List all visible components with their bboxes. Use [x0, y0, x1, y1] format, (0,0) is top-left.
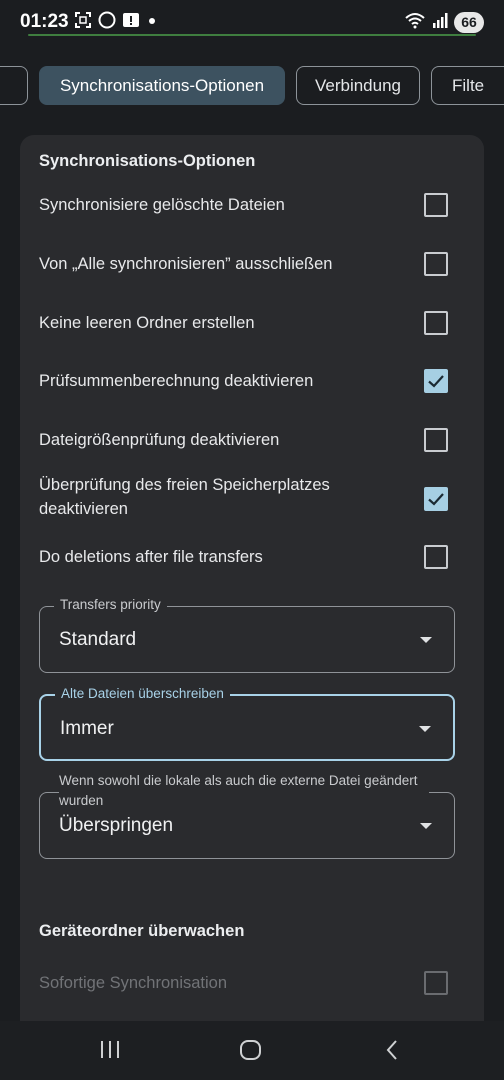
- option-label-line1: Überprüfung des freien Speicherplatzes: [39, 476, 330, 494]
- dot-icon: [146, 11, 158, 34]
- section-title-sync-options: Synchronisations-Optionen: [39, 152, 256, 170]
- option-label: Do deletions after file transfers: [39, 548, 263, 566]
- screenshot-icon: [74, 11, 92, 34]
- option-label: Prüfsummenberechnung deaktivieren: [39, 372, 314, 390]
- option-no-empty-folders[interactable]: Keine leeren Ordner erstellen: [20, 298, 484, 348]
- circle-icon: [98, 11, 116, 34]
- tab-filter[interactable]: Filte: [431, 66, 504, 105]
- transfers-priority-select[interactable]: Transfers priority Standard: [39, 597, 455, 673]
- select-value: Überspringen: [59, 815, 174, 836]
- sync-progress-line: [28, 34, 476, 36]
- both-changed-label: Wenn sowohl die lokale als auch die exte…: [59, 771, 429, 811]
- select-label: Transfers priority: [54, 597, 167, 612]
- tab-bar: Synchronisations-Optionen Verbindung Fil…: [0, 66, 504, 106]
- option-disable-free-space-check[interactable]: Überprüfung des freien Speicherplatzes d…: [20, 473, 484, 525]
- checkbox-instant-sync: [424, 971, 448, 995]
- checkbox-exclude-sync-all[interactable]: [424, 252, 448, 276]
- status-icons-right: 66: [404, 11, 484, 33]
- dropdown-arrow-icon: [420, 823, 432, 829]
- select-value: Standard: [59, 629, 137, 650]
- wifi-icon: [404, 11, 426, 34]
- option-disable-filesize-check[interactable]: Dateigrößenprüfung deaktivieren: [20, 415, 484, 465]
- back-icon[interactable]: [380, 1037, 404, 1068]
- select-label: Alte Dateien überschreiben: [55, 686, 230, 701]
- system-nav-bar: [0, 1021, 504, 1080]
- status-icons-left: [74, 11, 158, 34]
- option-label: Keine leeren Ordner erstellen: [39, 314, 255, 332]
- option-deletions-after-transfers[interactable]: Do deletions after file transfers: [20, 532, 484, 582]
- checkbox-disable-free-space-check[interactable]: [424, 487, 448, 511]
- option-sync-deleted[interactable]: Synchronisiere gelöschte Dateien: [20, 180, 484, 230]
- status-time: 01:23: [20, 11, 69, 32]
- option-instant-sync: Sofortige Synchronisation: [20, 958, 484, 1008]
- checkbox-disable-filesize-check[interactable]: [424, 428, 448, 452]
- check-icon: [428, 493, 444, 506]
- option-label: Dateigrößenprüfung deaktivieren: [39, 431, 280, 449]
- option-label: Von „Alle synchronisieren” ausschließen: [39, 255, 333, 273]
- option-label: Sofortige Synchronisation: [39, 974, 228, 992]
- check-icon: [428, 375, 444, 388]
- dropdown-arrow-icon: [420, 637, 432, 643]
- signal-icon: [432, 12, 448, 33]
- option-label-line2: deaktivieren: [39, 500, 128, 518]
- checkbox-sync-deleted[interactable]: [424, 193, 448, 217]
- tab-connection[interactable]: Verbindung: [296, 66, 420, 105]
- status-bar: 01:23 66: [0, 0, 504, 40]
- dropdown-arrow-icon: [419, 726, 431, 732]
- recent-apps-icon[interactable]: [98, 1037, 122, 1068]
- overwrite-old-files-select[interactable]: Alte Dateien überschreiben Immer: [39, 686, 455, 761]
- option-exclude-sync-all[interactable]: Von „Alle synchronisieren” ausschließen: [20, 239, 484, 289]
- alert-icon: [122, 11, 140, 34]
- option-disable-checksum[interactable]: Prüfsummenberechnung deaktivieren: [20, 356, 484, 406]
- checkbox-deletions-after-transfers[interactable]: [424, 545, 448, 569]
- checkbox-disable-checksum[interactable]: [424, 369, 448, 393]
- tab-previous[interactable]: [0, 66, 28, 105]
- home-icon[interactable]: [238, 1037, 264, 1068]
- battery-icon: 66: [454, 11, 484, 33]
- tab-sync-options[interactable]: Synchronisations-Optionen: [39, 66, 285, 105]
- section-title-watch-folders: Geräteordner überwachen: [39, 922, 245, 940]
- checkbox-no-empty-folders[interactable]: [424, 311, 448, 335]
- select-value: Immer: [60, 718, 114, 739]
- option-label: Synchronisiere gelöschte Dateien: [39, 196, 285, 214]
